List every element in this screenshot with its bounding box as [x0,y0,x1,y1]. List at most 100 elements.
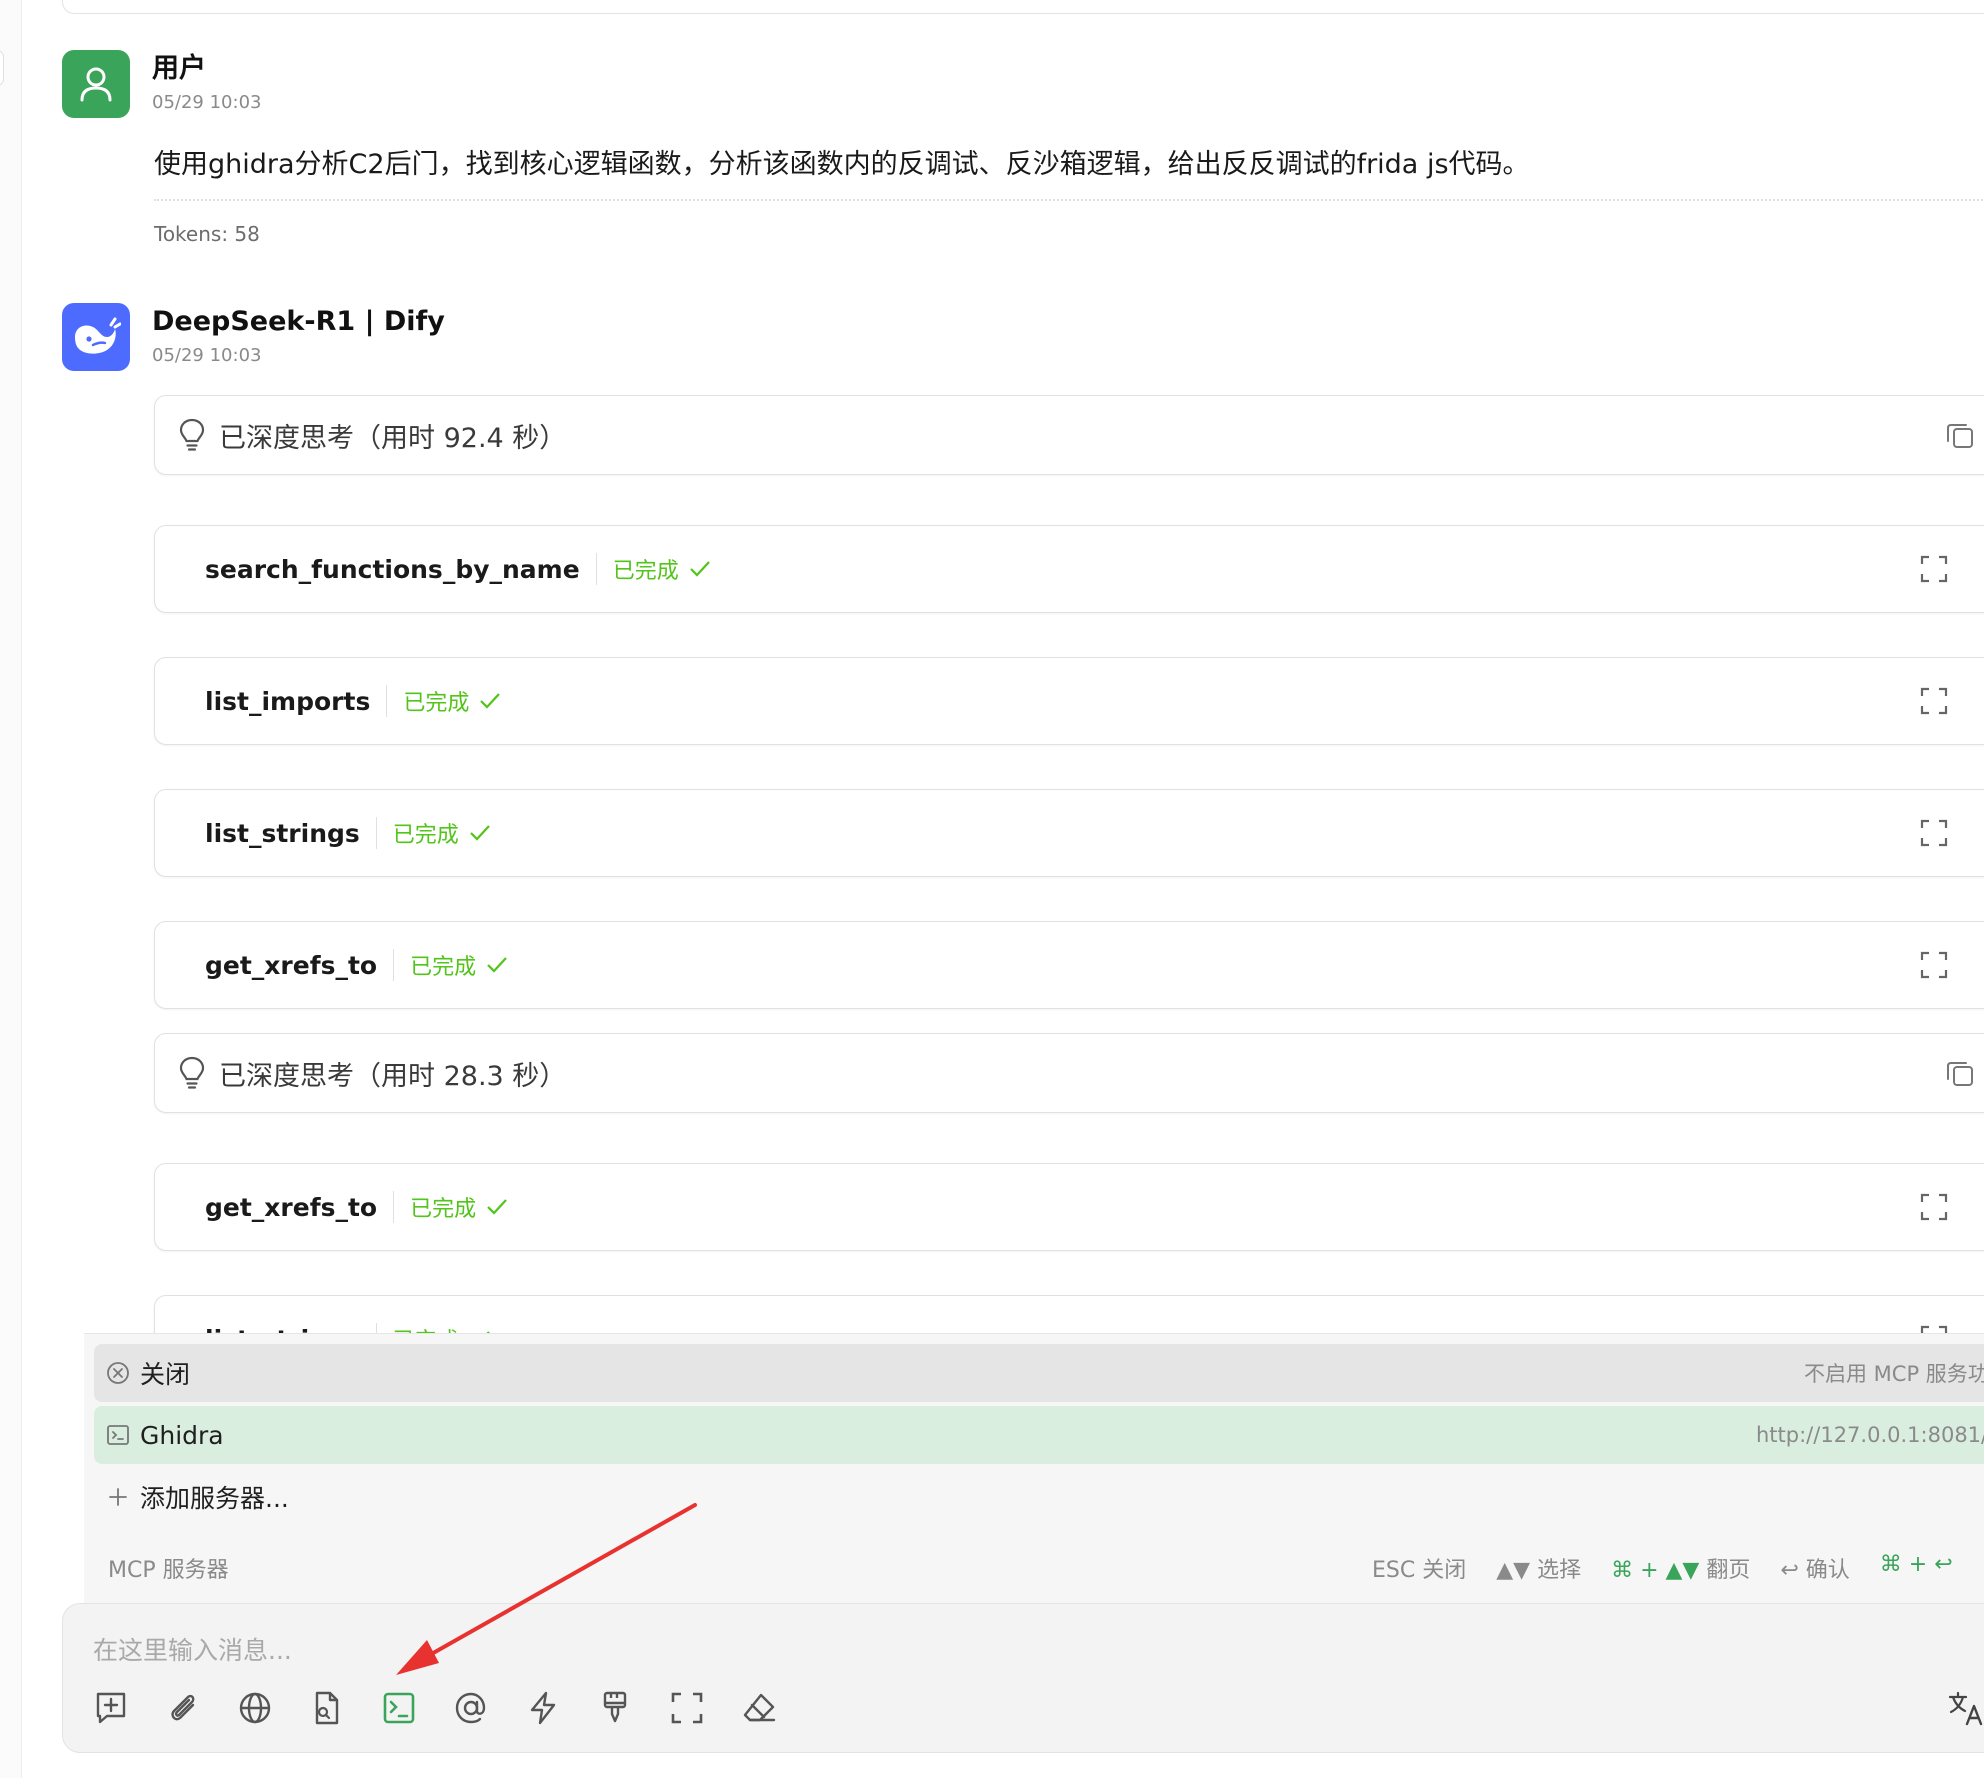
left-sidebar-rail [0,0,22,1778]
tool-divider [393,1191,395,1223]
paintbrush-icon [603,1691,627,1723]
assistant-avatar [62,303,130,371]
expand-icon[interactable] [1919,818,1949,848]
lightbulb-icon [179,1056,205,1089]
user-avatar [62,50,130,118]
hint-confirm: ↩ 确认 [1780,1558,1850,1583]
assistant-message-header: DeepSeek-R1 | Dify 05/29 10:03 [62,303,445,371]
mcp-menu-title: MCP 服务器 [108,1558,229,1583]
check-icon [480,693,501,709]
eraser-icon [743,1693,776,1722]
check-icon [689,561,710,577]
tool-name: get_xrefs_to [205,950,378,980]
assistant-name: DeepSeek-R1 | Dify [152,306,445,337]
tool-status: 已完成 [612,559,679,584]
tool-call-card[interactable]: list_imports 已完成 [154,657,1984,745]
user-message-time: 05/29 10:03 [152,92,262,113]
hint-esc: ESC 关闭 [1372,1558,1467,1583]
file-search-icon [315,1691,339,1725]
mcp-server-button[interactable] [379,1688,419,1728]
user-message-header: 用户 05/29 10:03 [62,50,261,118]
expand-icon[interactable] [1919,686,1949,716]
tool-status: 已完成 [410,955,477,980]
fullscreen-button[interactable] [667,1688,707,1728]
attachment-button[interactable] [163,1688,203,1728]
translate-button[interactable] [1947,1688,1984,1728]
mcp-item-ghidra[interactable]: Ghidra http://127.0.0.1:8081/s [94,1406,1984,1464]
attachment-icon [171,1694,195,1721]
tool-status: 已完成 [392,823,459,848]
quick-phrase-button[interactable] [523,1688,563,1728]
hint-page: ⌘ + ▲▼ 翻页 [1611,1552,1750,1584]
mcp-item-label: 添加服务器... [140,1484,289,1513]
tool-name: list_imports [205,686,371,716]
expand-icon[interactable] [1919,554,1949,584]
mcp-item-label: Ghidra [140,1420,224,1450]
expand-icon[interactable] [1919,1192,1949,1222]
tool-divider [393,949,395,981]
knowledge-base-button[interactable] [307,1688,347,1728]
user-message-text: 使用ghidra分析C2后门，找到核心逻辑函数，分析该函数内的反调试、反沙箱逻辑… [154,149,1530,180]
plus-icon [109,1488,127,1506]
clear-context-button[interactable] [595,1688,635,1728]
mcp-item-description: 不启用 MCP 服务功 [1804,1362,1984,1386]
chat-window: 用户 05/29 10:03 使用ghidra分析C2后门，找到核心逻辑函数，分… [0,0,1984,1778]
terminal-icon [383,1692,415,1724]
tool-divider [375,817,377,849]
new-topic-icon [96,1692,126,1724]
deepseek-whale-icon [75,317,121,354]
tool-status: 已完成 [410,1197,477,1222]
at-sign-icon [455,1692,486,1724]
lightbulb-icon [179,418,205,451]
fullscreen-icon [671,1692,703,1724]
mcp-item-label: 关闭 [140,1360,191,1389]
tool-call-card[interactable]: get_xrefs_to 已完成 [154,1163,1984,1251]
check-icon [487,957,507,973]
mcp-item-description: http://127.0.0.1:8081/s [1756,1423,1984,1447]
hint-last: ⌘ + ↩ [1879,1552,1953,1577]
message-input[interactable] [93,1632,1893,1668]
sidebar-toggle-handle[interactable] [0,50,4,86]
hint-select: ▲▼ 选择 [1496,1558,1582,1583]
close-circle-icon [107,1362,129,1384]
copy-icon[interactable] [1945,420,1975,450]
mcp-item-add-server[interactable]: 添加服务器... [94,1468,1984,1526]
globe-icon [239,1692,271,1724]
thinking-label: 已深度思考（用时 28.3 秒） [219,1060,567,1092]
thinking-block[interactable]: 已深度思考（用时 92.4 秒） [154,395,1984,475]
expand-icon[interactable] [1919,950,1949,980]
keyboard-hints: ESC 关闭 ▲▼ 选择 ⌘ + ▲▼ 翻页 ↩ 确认 ⌘ + ↩ [1372,1552,1953,1584]
user-name: 用户 [152,53,206,84]
tool-status: 已完成 [403,691,470,716]
tool-divider [595,553,597,585]
translate-icon [1948,1691,1983,1726]
check-icon [470,825,490,841]
thinking-block[interactable]: 已深度思考（用时 28.3 秒） [154,1033,1984,1113]
hint-page-label: 翻页 [1706,1558,1751,1583]
new-topic-button[interactable] [91,1688,131,1728]
tool-call-card[interactable]: search_functions_by_name 已完成 [154,525,1984,613]
tool-name: search_functions_by_name [205,554,580,584]
token-count: Tokens: 58 [154,222,260,246]
mcp-server-menu: 关闭 不启用 MCP 服务功 Ghidra http://127.0.0.1:8… [84,1333,1984,1603]
tool-name: get_xrefs_to [205,1192,378,1222]
assistant-message-time: 05/29 10:03 [152,345,262,366]
tool-divider [386,685,388,717]
thinking-label: 已深度思考（用时 92.4 秒） [219,422,567,454]
clear-messages-button[interactable] [739,1688,779,1728]
previous-message-card [62,0,1984,14]
web-search-button[interactable] [235,1688,275,1728]
hint-page-key: ⌘ + ▲▼ [1611,1558,1700,1583]
terminal-icon [107,1425,129,1445]
tool-call-card[interactable]: get_xrefs_to 已完成 [154,921,1984,1009]
user-icon [80,67,112,102]
check-icon [487,1199,507,1215]
tool-name: list_strings [205,818,360,848]
message-composer [62,1603,1984,1753]
lightning-icon [530,1691,556,1725]
message-separator [154,199,1984,201]
tool-call-card[interactable]: list_strings 已完成 [154,789,1984,877]
copy-icon[interactable] [1945,1058,1975,1088]
mention-model-button[interactable] [451,1688,491,1728]
mcp-item-close[interactable]: 关闭 不启用 MCP 服务功 [94,1344,1984,1402]
